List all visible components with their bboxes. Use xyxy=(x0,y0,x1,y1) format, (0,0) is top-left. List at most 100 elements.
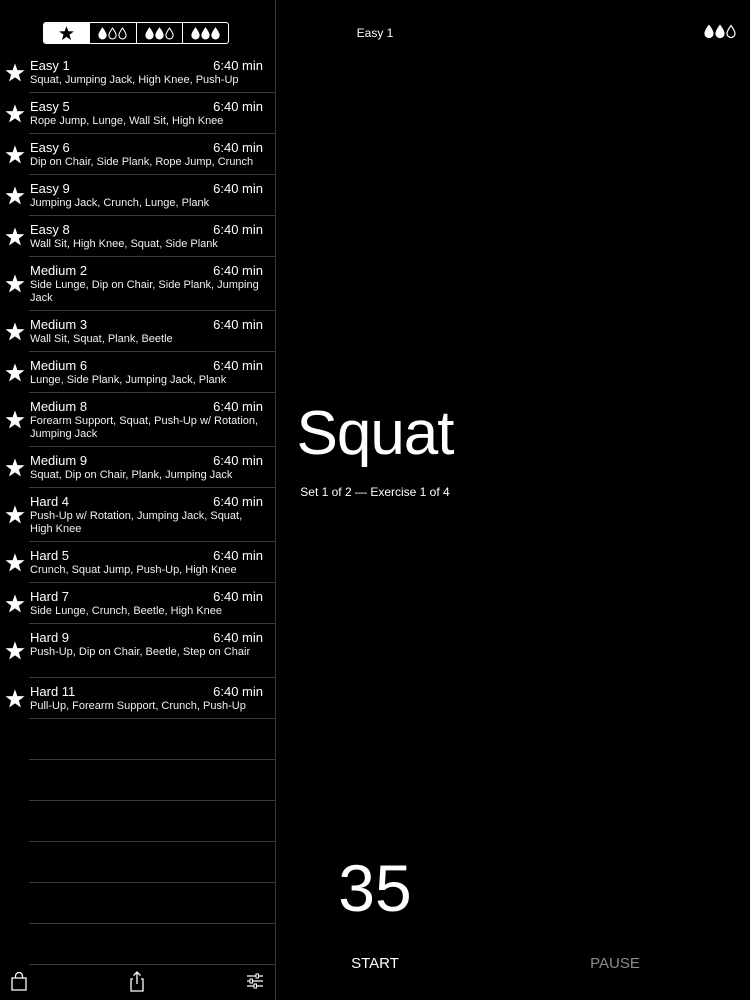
three-drops-icon xyxy=(191,26,220,40)
workout-title: Medium 6 xyxy=(30,358,88,373)
favorite-star-icon[interactable] xyxy=(4,62,26,84)
workout-exercises: Push-Up, Dip on Chair, Beetle, Step on C… xyxy=(30,646,251,658)
workout-exercises: Push-Up w/ Rotation, Jumping Jack, Squat… xyxy=(30,510,243,535)
workout-duration: 6:40 min xyxy=(213,630,263,645)
favorite-star-icon[interactable] xyxy=(4,409,26,431)
favorite-star-icon[interactable] xyxy=(4,457,26,479)
workout-duration: 6:40 min xyxy=(213,58,263,73)
favorite-star-icon[interactable] xyxy=(4,552,26,574)
workout-sidebar: Easy 1 6:40 min Squat, Jumping Jack, High … xyxy=(0,0,275,1000)
workout-duration: 6:40 min xyxy=(213,140,263,155)
workout-exercises: Wall Sit, Squat, Plank, Beetle xyxy=(30,333,173,345)
workout-exercises: Wall Sit, High Knee, Squat, Side Plank xyxy=(30,238,218,250)
workout-exercises: Rope Jump, Lunge, Wall Sit, High Knee xyxy=(30,115,224,127)
settings-sliders-icon[interactable] xyxy=(244,970,266,992)
empty-row xyxy=(0,760,275,801)
favorite-star-icon[interactable] xyxy=(4,688,26,710)
empty-row xyxy=(0,883,275,924)
favorite-star-icon[interactable] xyxy=(4,593,26,615)
workout-exercises: Squat, Dip on Chair, Plank, Jumping Jack xyxy=(30,469,233,481)
workout-duration: 6:40 min xyxy=(213,548,263,563)
workout-row[interactable]: Medium 9 6:40 min Squat, Dip on Chair, Pla… xyxy=(0,447,275,488)
workout-title: Easy 1 xyxy=(30,58,70,73)
workout-duration: 6:40 min xyxy=(213,589,263,604)
filter-tab-easy[interactable] xyxy=(89,23,135,43)
workout-row[interactable]: Easy 9 6:40 min Jumping Jack, Crunch, Lung… xyxy=(0,175,275,216)
workout-exercises: Dip on Chair, Side Plank, Rope Jump, Cru… xyxy=(30,156,254,168)
workout-row[interactable]: Easy 1 6:40 min Squat, Jumping Jack, High … xyxy=(0,52,275,93)
row-separator xyxy=(29,964,275,965)
workout-title: Easy 8 xyxy=(30,222,70,237)
workout-title: Hard 7 xyxy=(30,589,70,604)
workout-row[interactable]: Medium 8 6:40 min Forearm Support, Squat, … xyxy=(0,393,275,447)
workout-row[interactable]: Hard 7 6:40 min Side Lunge, Crunch, Beetle… xyxy=(0,583,275,624)
workout-duration: 6:40 min xyxy=(213,358,263,373)
workout-title: Easy 9 xyxy=(30,181,70,196)
workout-exercises: Pull-Up, Forearm Support, Crunch, Push-U… xyxy=(30,700,246,712)
workout-row[interactable]: Hard 11 6:40 min Pull-Up, Forearm Support,… xyxy=(0,678,275,719)
workout-duration: 6:40 min xyxy=(213,453,263,468)
current-exercise: Squat xyxy=(296,399,454,468)
one-drop-icon xyxy=(98,26,128,40)
workout-duration: 6:40 min xyxy=(213,494,263,509)
workout-title: Hard 4 xyxy=(30,494,70,509)
workout-exercises: Squat, Jumping Jack, High Knee, Push-Up xyxy=(30,74,239,86)
favorite-star-icon[interactable] xyxy=(4,362,26,384)
empty-row xyxy=(0,719,275,760)
workout-row[interactable]: Easy 5 6:40 min Rope Jump, Lunge, Wall Sit… xyxy=(0,93,275,134)
start-button[interactable]: START xyxy=(275,955,475,972)
workout-row[interactable]: Easy 8 6:40 min Wall Sit, High Knee, Squat… xyxy=(0,216,275,257)
share-icon[interactable] xyxy=(126,970,148,992)
favorite-star-icon[interactable] xyxy=(4,144,26,166)
favorite-star-icon[interactable] xyxy=(4,504,26,526)
workout-title: Hard 9 xyxy=(30,630,70,645)
workout-row[interactable]: Medium 2 6:40 min Side Lunge, Dip on Chair… xyxy=(0,257,275,311)
favorite-star-icon[interactable] xyxy=(4,226,26,248)
two-drops-icon xyxy=(144,26,174,40)
workout-list: Easy 1 6:40 min Squat, Jumping Jack, High … xyxy=(0,52,275,965)
workout-title: Medium 3 xyxy=(30,317,88,332)
workout-duration: 6:40 min xyxy=(213,181,263,196)
workout-duration: 6:40 min xyxy=(213,317,263,332)
shopping-bag-icon[interactable] xyxy=(8,970,30,992)
filter-tab-hard[interactable] xyxy=(181,23,228,43)
star-icon xyxy=(59,25,74,40)
pause-button[interactable]: PAUSE xyxy=(515,955,715,972)
workout-title: Hard 11 xyxy=(30,684,76,699)
empty-row xyxy=(0,924,275,965)
favorite-star-icon[interactable] xyxy=(4,640,26,662)
workout-row[interactable]: Medium 3 6:40 min Wall Sit, Squat, Plank, … xyxy=(0,311,275,352)
workout-title: Hard 5 xyxy=(30,548,70,563)
filter-tab-medium[interactable] xyxy=(135,23,182,43)
workout-exercises: Jumping Jack, Crunch, Lunge, Plank xyxy=(30,197,210,209)
favorite-star-icon[interactable] xyxy=(4,185,26,207)
favorite-star-icon[interactable] xyxy=(4,103,26,125)
workout-duration: 6:40 min xyxy=(213,263,263,278)
workout-row[interactable]: Hard 4 6:40 min Push-Up w/ Rotation, Jumpi… xyxy=(0,488,275,542)
filter-tab-favorites[interactable] xyxy=(44,23,90,43)
workout-exercises: Side Lunge, Crunch, Beetle, High Knee xyxy=(30,605,223,617)
two-drops-icon xyxy=(704,24,736,39)
workout-title: Easy 5 xyxy=(30,99,70,114)
empty-row xyxy=(0,842,275,883)
workout-row[interactable]: Hard 9 6:40 min Push-Up, Dip on Chair, Bee… xyxy=(0,624,275,678)
workout-exercises: Crunch, Squat Jump, Push-Up, High Knee xyxy=(30,564,237,576)
favorite-star-icon[interactable] xyxy=(4,321,26,343)
workout-exercises: Side Lunge, Dip on Chair, Side Plank, Ju… xyxy=(30,279,259,304)
workout-duration: 6:40 min xyxy=(213,222,263,237)
workout-duration: 6:40 min xyxy=(213,684,263,699)
workout-row[interactable]: Hard 5 6:40 min Crunch, Squat Jump, Push-U… xyxy=(0,542,275,583)
workout-exercises: Forearm Support, Squat, Push-Up w/ Rotat… xyxy=(30,415,259,440)
empty-row xyxy=(0,801,275,842)
workout-title: Medium 9 xyxy=(30,453,88,468)
workout-exercises: Lunge, Side Plank, Jumping Jack, Plank xyxy=(30,374,227,386)
workout-title: Medium 2 xyxy=(30,263,88,278)
favorite-star-icon[interactable] xyxy=(4,273,26,295)
workout-row[interactable]: Medium 6 6:40 min Lunge, Side Plank, Jumpi… xyxy=(0,352,275,393)
workout-title: Medium 8 xyxy=(30,399,88,414)
workout-title: Easy 1 xyxy=(356,26,394,40)
difficulty-filter xyxy=(43,22,229,44)
countdown: 35 xyxy=(338,851,412,925)
workout-title: Easy 6 xyxy=(30,140,70,155)
workout-row[interactable]: Easy 6 6:40 min Dip on Chair, Side Plank, … xyxy=(0,134,275,175)
